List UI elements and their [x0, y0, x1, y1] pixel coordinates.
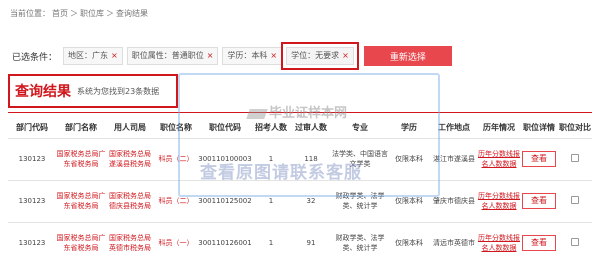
column-header-education: 学历: [401, 123, 417, 133]
table-header-row: 部门代码 部门名称 用人司局 职位名称 职位代码 招考人数 过审人数 专业 学历…: [8, 118, 592, 138]
results-table: 部门代码 部门名称 用人司局 职位名称 职位代码 招考人数 过审人数 专业 学历…: [8, 118, 592, 264]
position-link[interactable]: 科员（二）: [154, 137, 198, 180]
result-count: 系统为您找到23条数据: [77, 86, 160, 96]
table-row: 130123 国家税务总局广东省税务局 国家税务总局英德市税务局 科员（一） 3…: [8, 221, 592, 264]
table-row: 130123 国家税务总局广东省税务局 国家税务总局遂溪县税务局 科员（二） 3…: [8, 137, 592, 180]
breadcrumb-separator: ＞: [70, 9, 78, 18]
dept-code-cell: 130123: [8, 179, 56, 222]
view-detail-button[interactable]: 查看: [522, 235, 556, 252]
compare-cell: [558, 137, 592, 180]
recruit-count-cell: 1: [252, 137, 290, 180]
position-link[interactable]: 科员（二）: [154, 179, 198, 222]
view-detail-button[interactable]: 查看: [522, 193, 556, 209]
column-header-recruit: 招考人数: [255, 123, 287, 133]
result-title: 查询结果: [15, 84, 71, 100]
recruit-count-cell: 1: [252, 221, 290, 264]
table-row: 130123 国家税务总局广东省税务局 国家税务总局德庆县税务局 科员（二） 3…: [8, 179, 592, 222]
dept-code-cell: 130123: [8, 137, 56, 180]
column-header-location: 工作地点: [438, 123, 470, 133]
column-header-detail: 职位详情: [523, 123, 555, 133]
result-header: 查询结果 系统为您找到23条数据: [8, 74, 178, 108]
location-cell: 肇庆市德庆县: [430, 179, 478, 222]
column-header-compare: 职位对比: [559, 123, 591, 133]
filter-chip-region: 地区：广东 ×: [63, 47, 123, 65]
major-cell: 财政学类、法学类、统计学: [332, 221, 388, 264]
filter-chip-degree: 学位：无要求 ×: [281, 42, 359, 70]
dept-name-link[interactable]: 国家税务总局广东省税务局: [56, 179, 106, 222]
recruit-count-cell: 1: [252, 179, 290, 222]
compare-cell: [558, 179, 592, 222]
column-header-position-code: 职位代码: [209, 123, 241, 133]
reset-filters-button[interactable]: 重新选择: [363, 46, 452, 66]
selected-filters: 已选条件： 地区：广东 × 职位属性：普通职位 × 学历：本科 × 学位：无要求 × 重…: [12, 42, 452, 70]
breadcrumb: 当前位置： 首页＞职位库＞查询结果: [10, 8, 150, 19]
approved-count-cell: 118: [290, 137, 332, 180]
bureau-link[interactable]: 国家税务总局英德市税务局: [106, 221, 154, 264]
approved-count-cell: 32: [290, 179, 332, 222]
dept-code-cell: 130123: [8, 221, 56, 264]
filter-chip-position-type: 职位属性：普通职位 ×: [126, 47, 219, 65]
position-link[interactable]: 科员（一）: [154, 221, 198, 264]
compare-checkbox[interactable]: [571, 237, 579, 246]
column-header-dept-name: 部门名称: [65, 123, 97, 133]
filter-chip-label: 地区：广东: [68, 51, 109, 60]
position-code-cell: 300110100003: [198, 137, 252, 180]
view-detail-button[interactable]: 查看: [522, 151, 556, 167]
education-cell: 仅限本科: [388, 221, 430, 264]
approved-count-cell: 91: [290, 221, 332, 264]
remove-filter-icon[interactable]: ×: [111, 48, 118, 64]
detail-cell: 查看: [520, 137, 558, 180]
column-header-bureau: 用人司局: [114, 123, 146, 133]
position-code-cell: 300110125002: [198, 179, 252, 222]
filters-label: 已选条件：: [12, 52, 58, 63]
position-code-cell: 300110126001: [198, 221, 252, 264]
graduation-cap-icon: [246, 108, 268, 119]
history-link[interactable]: 历年分数线报名人数数据: [478, 221, 520, 264]
column-header-position: 职位名称: [160, 123, 192, 133]
dept-name-link[interactable]: 国家税务总局广东省税务局: [56, 221, 106, 264]
column-header-major: 专业: [352, 123, 368, 133]
detail-cell: 查看: [520, 179, 558, 222]
breadcrumb-home-link[interactable]: 首页: [52, 9, 68, 18]
dept-name-link[interactable]: 国家税务总局广东省税务局: [56, 137, 106, 180]
filter-chip-label: 学位：无要求: [291, 51, 340, 60]
compare-checkbox[interactable]: [571, 195, 579, 204]
filter-chip-label: 学历：本科: [227, 51, 268, 60]
divider: [8, 112, 592, 113]
filter-chip-education: 学历：本科 ×: [222, 47, 283, 65]
breadcrumb-current: 查询结果: [116, 9, 148, 18]
major-cell: 法学类、中国语言文学类: [332, 137, 388, 180]
bureau-link[interactable]: 国家税务总局德庆县税务局: [106, 179, 154, 222]
column-header-history: 历年情况: [483, 123, 515, 133]
remove-filter-icon[interactable]: ×: [207, 48, 214, 64]
location-cell: 清远市英德市: [430, 221, 478, 264]
filter-chip-label: 职位属性：普通职位: [131, 51, 204, 60]
bureau-link[interactable]: 国家税务总局遂溪县税务局: [106, 137, 154, 180]
column-header-approved: 过审人数: [295, 123, 327, 133]
column-header-dept-code: 部门代码: [16, 123, 48, 133]
location-cell: 湛江市遂溪县: [430, 137, 478, 180]
education-cell: 仅限本科: [388, 179, 430, 222]
detail-cell: 查看: [520, 221, 558, 264]
remove-filter-icon[interactable]: ×: [342, 48, 349, 64]
history-link[interactable]: 历年分数线报名人数数据: [478, 179, 520, 222]
major-cell: 财政学类、法学类、统计学: [332, 179, 388, 222]
breadcrumb-position-library-link[interactable]: 职位库: [80, 9, 104, 18]
breadcrumb-separator: ＞: [106, 9, 114, 18]
compare-cell: [558, 221, 592, 264]
remove-filter-icon[interactable]: ×: [270, 48, 277, 64]
breadcrumb-prefix: 当前位置：: [10, 9, 50, 18]
history-link[interactable]: 历年分数线报名人数数据: [478, 137, 520, 180]
education-cell: 仅限本科: [388, 137, 430, 180]
compare-checkbox[interactable]: [571, 153, 579, 162]
